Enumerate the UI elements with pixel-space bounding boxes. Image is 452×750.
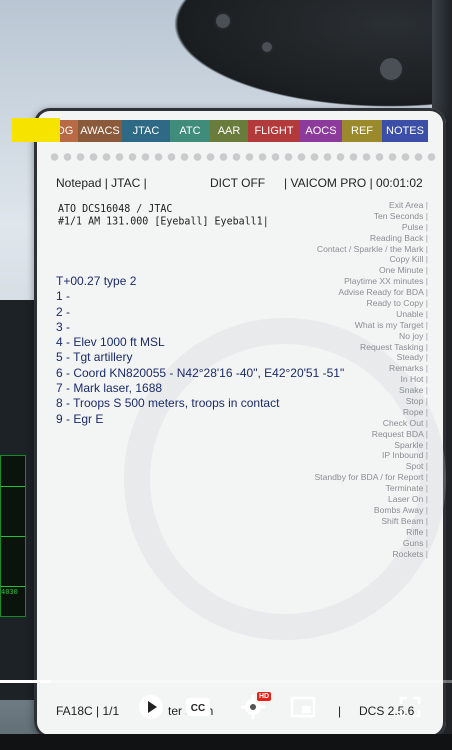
nine-line-item: 7 - Mark laser, 1688 [56,381,163,396]
brevity-item[interactable]: Copy Kill [248,254,428,265]
canopy-screw [260,40,274,54]
dictation-status: DICT OFF [210,176,266,190]
header-right: | VAICOM PRO | 00:01:02 [284,176,423,190]
nine-line-item: 8 - Troops S 500 meters, troops in conta… [56,396,280,411]
nine-line-item: 1 - [56,289,71,304]
tab-atc[interactable]: ATC [170,120,210,142]
mfd-display: 4030 [0,455,26,617]
nine-line-item: 6 - Coord KN820055 - N42°28'16 -40", E42… [56,365,345,380]
footer-left: FA18C | 1/1 [56,704,120,718]
mfd-line [1,536,25,537]
brevity-item[interactable]: Terminate [248,483,428,494]
brevity-item[interactable]: Laser On [248,494,428,505]
nine-line-item: 4 - Elev 1000 ft MSL [56,335,165,350]
mfd-label: 4030 [1,588,18,596]
miniplayer-button[interactable] [288,692,318,722]
tab-aocs[interactable]: AOCS [300,120,342,142]
tab-notes[interactable]: NOTES [382,120,428,142]
brevity-item[interactable]: Rifle [248,527,428,538]
brevity-item[interactable]: Exit Area [248,200,428,211]
fullscreen-button[interactable] [395,692,425,722]
captions-button[interactable]: CC [183,692,213,722]
canopy-screw [214,12,232,30]
brevity-item[interactable]: Pulse [248,222,428,233]
hd-badge: HD [257,692,272,701]
play-button[interactable] [136,692,166,722]
nine-line-item: 5 - Tgt artillery [56,350,133,365]
bottom-bar [0,734,452,750]
tab-flight[interactable]: FLIGHT [248,120,300,142]
brevity-item[interactable]: Request BDA [248,429,428,440]
play-icon [139,695,163,719]
mfd-line [1,586,25,587]
yellow-highlight-marker [12,118,60,142]
kneeboard-notepad: DG AWACS JTAC ATC AAR FLIGHT AOCS REF NOTES Note… [34,108,446,738]
cockpit-canopy-frame [140,0,452,120]
brevity-item[interactable]: Standby for BDA / for Report [248,472,428,483]
brevity-item[interactable]: Spot [248,461,428,472]
captions-icon: CC [186,698,210,716]
tab-aar[interactable]: AAR [210,120,248,142]
nine-line-brief: T+00.27 type 21 -2 -3 -4 - Elev 1000 ft … [56,274,344,427]
nine-line-header: T+00.27 type 2 [56,274,137,288]
ato-line: #1/1 AM 131.000 [Eyeball] Eyeball1| [58,216,269,228]
mfd-line [1,486,25,487]
brevity-item[interactable]: Guns [248,538,428,549]
brevity-item[interactable]: Reading Back [248,233,428,244]
tab-ref[interactable]: REF [342,120,382,142]
video-progress-track[interactable] [0,680,452,683]
fullscreen-icon [399,696,421,718]
ato-line: ATO DCS16048 / JTAC [58,203,173,215]
video-progress-fill [0,680,50,683]
footer-divider: | [338,704,342,718]
ato-block: ATO DCS16048 / JTAC #1/1 AM 131.000 [Eyeb… [58,203,269,228]
nine-line-item: 2 - [56,304,71,319]
brevity-item[interactable]: IP Inbound [248,450,428,461]
brevity-item[interactable]: Sparkle [248,440,428,451]
brevity-item[interactable]: Ten Seconds [248,211,428,222]
nine-line-item: 3 - [56,319,71,334]
brevity-item[interactable]: Rockets [248,549,428,560]
brevity-item[interactable]: Contact / Sparkle / the Mark [248,244,428,255]
nine-line-item: 9 - Egr E [56,411,104,426]
tab-jtac[interactable]: JTAC [122,120,170,142]
svg-text:CC: CC [191,703,205,714]
kneeboard-tabs: DG AWACS JTAC ATC AAR FLIGHT AOCS REF NOTES [52,120,446,142]
header-left: Notepad | JTAC | [56,176,147,190]
tab-awacs[interactable]: AWACS [78,120,122,142]
notepad-header: Notepad | JTAC | DICT OFF | VAICOM PRO |… [56,176,432,192]
canopy-screw [378,56,404,82]
miniplayer-icon [290,696,316,718]
brevity-item[interactable]: Shift Beam [248,516,428,527]
page-perforation [48,150,438,164]
brevity-item[interactable]: Bombs Away [248,505,428,516]
